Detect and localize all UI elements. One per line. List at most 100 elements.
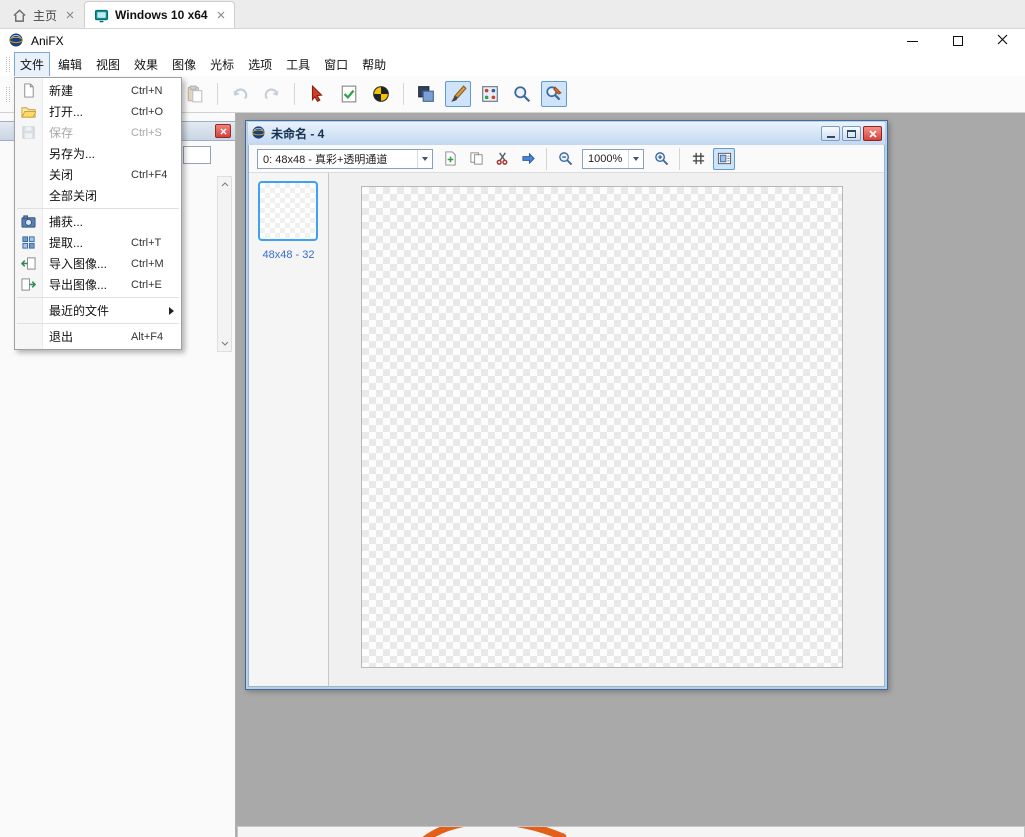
zoom-out-icon[interactable]	[554, 148, 576, 170]
toolbar-separator	[679, 147, 680, 170]
canvas[interactable]	[361, 186, 843, 668]
file-menu-item[interactable]: 导出图像... Ctrl+E	[15, 274, 181, 295]
tab-home[interactable]: 主页	[2, 1, 84, 28]
menu-item-label: 退出	[49, 330, 74, 344]
zoom-in-icon[interactable]	[650, 148, 672, 170]
zoom-select[interactable]: 1000%	[582, 148, 644, 169]
maximize-icon	[952, 36, 963, 46]
menubar-item[interactable]: 窗口	[318, 52, 354, 77]
paste-icon[interactable]	[182, 81, 208, 107]
transparency-icon[interactable]	[413, 81, 439, 107]
menubar-item[interactable]: 文件	[14, 52, 51, 77]
toolbar-separator	[546, 147, 547, 170]
file-menu-item[interactable]: 打开... Ctrl+O	[15, 101, 181, 122]
vm-icon	[94, 8, 109, 23]
menu-item-label: 导入图像...	[49, 257, 108, 271]
palette-dots-icon[interactable]	[477, 81, 503, 107]
preview-icon[interactable]	[713, 147, 735, 170]
scroll-down-icon[interactable]	[218, 336, 231, 351]
app-logo-icon	[8, 32, 24, 51]
close-icon	[997, 34, 1008, 48]
frame-thumbnail-label: 48x48 - 32	[262, 249, 315, 261]
zoom-select-value: 1000%	[588, 152, 623, 165]
toolbar-separator	[403, 83, 404, 105]
file-menu-item[interactable]: 关闭 Ctrl+F4	[15, 164, 181, 185]
minimize-icon	[907, 40, 918, 42]
file-menu-item[interactable]: 退出 Alt+F4	[15, 326, 181, 347]
save-icon	[15, 125, 42, 140]
doc-maximize-button[interactable]	[842, 126, 861, 141]
menu-item-label: 新建	[49, 84, 74, 98]
menu-item-shortcut: Ctrl+F4	[131, 168, 168, 181]
file-menu-item[interactable]: 另存为...	[15, 143, 181, 164]
toolbar-grip[interactable]	[6, 57, 10, 72]
panel-scrollbar[interactable]	[217, 176, 232, 352]
toolbar-separator	[217, 83, 218, 105]
scrollbar-track[interactable]	[218, 192, 231, 336]
minimize-button[interactable]	[890, 29, 935, 53]
file-menu-item[interactable]: 全部关闭	[15, 185, 181, 206]
app-title: AniFX	[31, 34, 64, 48]
menubar-item[interactable]: 帮助	[356, 52, 392, 77]
close-button[interactable]	[980, 29, 1025, 53]
submenu-arrow-icon	[169, 306, 174, 315]
file-menu-item[interactable]: 提取... Ctrl+T	[15, 232, 181, 253]
file-menu-item[interactable]: 最近的文件	[15, 300, 181, 321]
doc-minimize-button[interactable]	[821, 126, 840, 141]
checklist-icon[interactable]	[336, 81, 362, 107]
magnifier-icon[interactable]	[509, 81, 535, 107]
menubar-item[interactable]: 选项	[242, 52, 278, 77]
file-menu-item[interactable]: 新建 Ctrl+N	[15, 80, 181, 101]
file-menu-item[interactable]: 保存 Ctrl+S	[15, 122, 181, 143]
toolbar-grip[interactable]	[6, 86, 10, 102]
menu-item-label: 全部关闭	[49, 189, 98, 203]
redo-icon[interactable]	[259, 81, 285, 107]
frame-thumbnail[interactable]	[258, 181, 318, 241]
frame-toolbar: 0: 48x48 - 真彩+透明通道 1000%	[249, 145, 884, 173]
file-menu-item[interactable]: 导入图像... Ctrl+M	[15, 253, 181, 274]
menubar-item[interactable]: 图像	[166, 52, 202, 77]
maximize-button[interactable]	[935, 29, 980, 53]
chevron-down-icon	[417, 149, 432, 168]
add-frame-icon[interactable]	[439, 148, 461, 170]
grid-icon[interactable]	[687, 148, 709, 170]
file-menu: 新建 Ctrl+N 打开... Ctrl+O 保存 Ctrl+S 另存为... 关闭 Ctrl+…	[14, 77, 182, 350]
frame-toolbar-icons	[439, 147, 576, 170]
menubar-item[interactable]: 工具	[280, 52, 316, 77]
tab-close-icon[interactable]	[217, 11, 225, 19]
menubar-item[interactable]: 效果	[128, 52, 164, 77]
menubar-item[interactable]: 视图	[90, 52, 126, 77]
file-menu-item[interactable]: 捕获...	[15, 211, 181, 232]
new-document-icon	[15, 83, 42, 98]
menu-item-shortcut: Ctrl+S	[131, 126, 162, 139]
document-icon	[251, 125, 266, 143]
tab-close-icon[interactable]	[66, 11, 74, 19]
undo-icon[interactable]	[227, 81, 253, 107]
zoom-edit-icon[interactable]	[541, 81, 567, 107]
panel-close-button[interactable]	[215, 124, 231, 138]
menu-separator	[17, 323, 179, 324]
cut-icon[interactable]	[491, 148, 513, 170]
tab-vm[interactable]: Windows 10 x64	[84, 1, 235, 28]
document-titlebar[interactable]: 未命名 - 4	[248, 122, 885, 145]
export-frame-icon[interactable]	[517, 148, 539, 170]
doc-close-button[interactable]	[863, 126, 882, 141]
maximize-icon	[847, 129, 856, 138]
menubar-item[interactable]: 编辑	[52, 52, 88, 77]
color-wheel-icon[interactable]	[368, 81, 394, 107]
test-cursor-icon[interactable]	[304, 81, 330, 107]
menubar-item[interactable]: 光标	[204, 52, 240, 77]
window-controls	[890, 29, 1025, 53]
paintbrush-icon[interactable]	[445, 81, 471, 107]
minimize-icon	[826, 136, 835, 138]
tab-label: 主页	[33, 8, 58, 23]
frame-select[interactable]: 0: 48x48 - 真彩+透明通道	[257, 148, 433, 169]
scroll-up-icon[interactable]	[218, 177, 231, 192]
copy-frame-icon[interactable]	[465, 148, 487, 170]
document-window: 未命名 - 4 0: 48x48 - 真彩+透明通道 1000% 48x48 -…	[245, 120, 888, 690]
frame-select-value: 0: 48x48 - 真彩+透明通道	[263, 153, 388, 166]
close-icon	[868, 127, 877, 141]
document-body: 48x48 - 32	[249, 173, 884, 686]
vm-tab-bar: 主页 Windows 10 x64	[0, 0, 1025, 29]
panel-field[interactable]	[183, 146, 211, 164]
